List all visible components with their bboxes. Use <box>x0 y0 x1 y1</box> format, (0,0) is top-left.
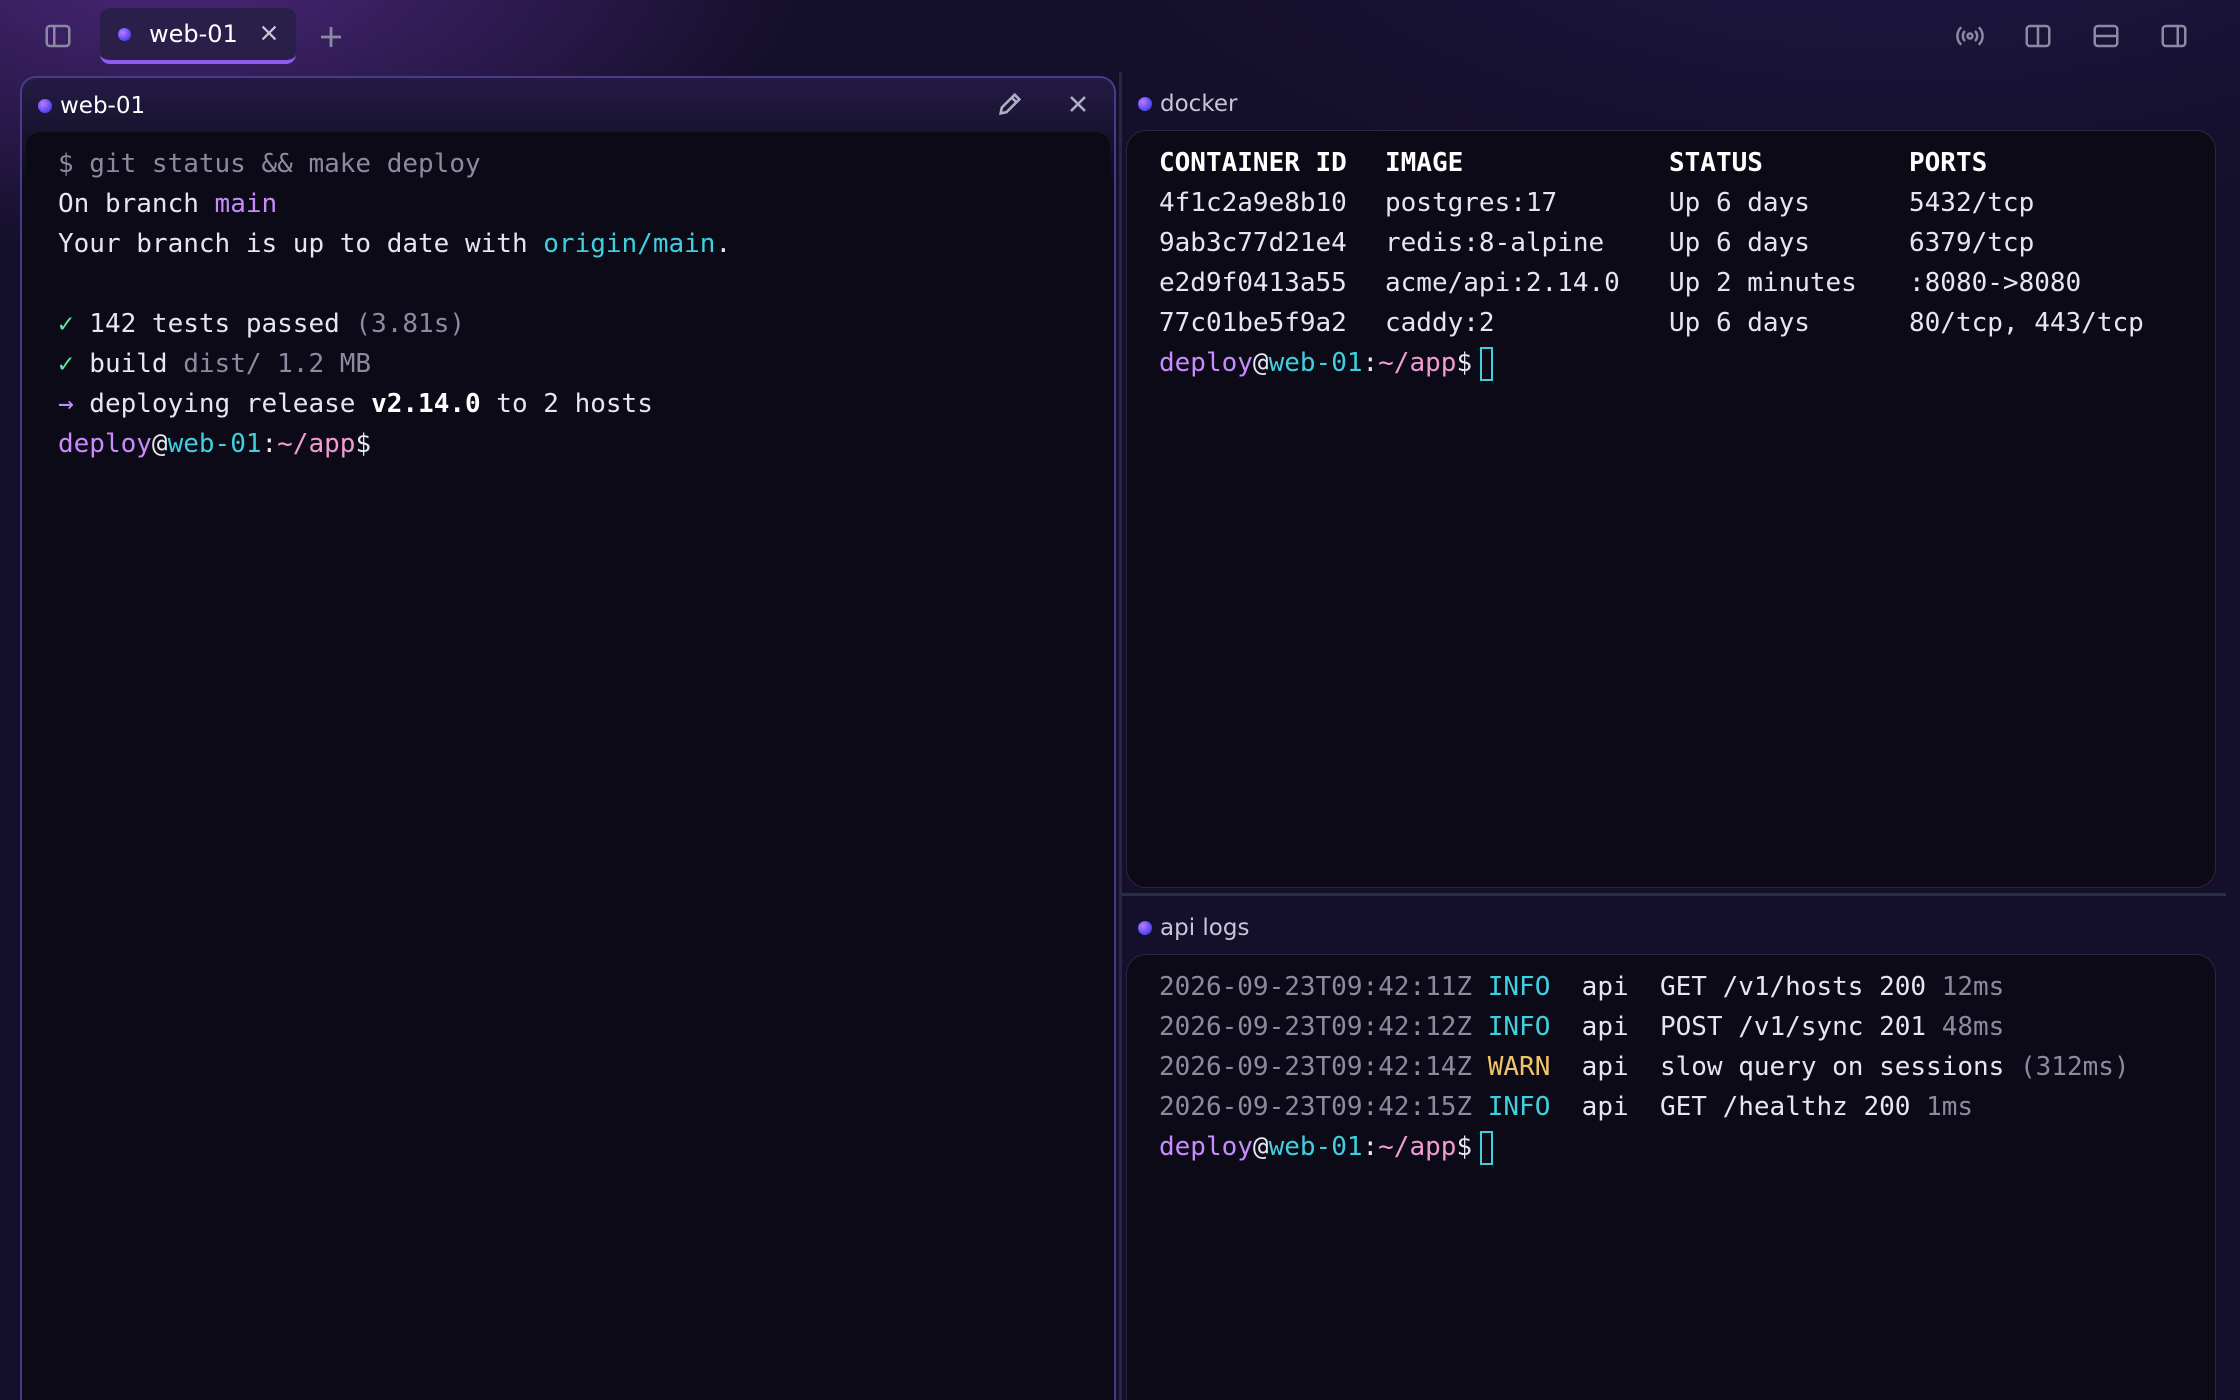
container-id: 9ab3c77d21e4 <box>1159 228 1347 258</box>
column-header: PORTS <box>1909 148 1988 178</box>
table-row: 77c01be5f9a2 caddy:2 Up 6 days 80/tcp, 4… <box>1159 303 2169 343</box>
column-header: STATUS <box>1669 148 1763 178</box>
terminal-output[interactable]: CONTAINER ID IMAGE STATUS PORTS 4f1c2a9e… <box>1126 130 2216 888</box>
new-tab-icon[interactable] <box>316 22 346 52</box>
pencil-icon[interactable] <box>996 90 1026 120</box>
broadcast-icon[interactable] <box>1950 16 1990 56</box>
session-dot-icon <box>118 27 131 41</box>
command-line: $ git status && make deploy <box>58 149 481 179</box>
close-tab-icon[interactable] <box>258 22 280 44</box>
column-header: IMAGE <box>1385 148 1464 178</box>
terminal-output[interactable]: $ git status && make deploy On branch ma… <box>26 132 1110 1400</box>
pane-title: docker <box>1160 91 1238 117</box>
output-line: Your branch is up to date with origin/ma… <box>58 229 732 259</box>
container-status: Up 6 days <box>1669 188 1810 218</box>
terminal-pane-web-01[interactable]: web-01 $ git status && make deploy On br… <box>20 76 1116 1400</box>
tab-web-01[interactable]: web-01 <box>100 8 296 64</box>
container-image: acme/api:2.14.0 <box>1385 268 1620 298</box>
output-line-blank <box>58 264 1078 304</box>
pane-title: web-01 <box>60 93 146 119</box>
session-dot-icon <box>1138 921 1152 935</box>
sidebar-toggle-icon[interactable] <box>38 16 78 56</box>
table-header-row: CONTAINER ID IMAGE STATUS PORTS <box>1159 143 2169 183</box>
terminal-cursor <box>1480 1130 1494 1165</box>
table-row: 4f1c2a9e8b10 postgres:17 Up 6 days 5432/… <box>1159 183 2169 223</box>
container-image: redis:8-alpine <box>1385 228 1605 258</box>
container-ports: :8080->8080 <box>1909 268 2082 298</box>
tab-label: web-01 <box>149 20 238 48</box>
pane-header: api logs <box>1122 900 2216 956</box>
shell-prompt: deploy@web-01:~/app$ <box>1159 1127 2183 1167</box>
terminal-cursor <box>1480 346 1494 381</box>
session-dot-icon <box>1138 97 1152 111</box>
split-vertical-icon[interactable] <box>2018 16 2058 56</box>
container-status: Up 2 minutes <box>1669 268 1857 298</box>
shell-prompt: deploy@web-01:~/app$ <box>58 429 372 459</box>
terminal-pane-api-logs[interactable]: api logs 2026-09-23T09:42:11Z INFO api G… <box>1122 900 2216 1400</box>
container-id: 77c01be5f9a2 <box>1159 308 1347 338</box>
terminal-pane-docker[interactable]: docker CONTAINER ID IMAGE STATUS PORTS 4… <box>1122 76 2216 888</box>
log-line: 2026-09-23T09:42:14Z WARN api slow query… <box>1159 1052 2130 1082</box>
pane-header: docker <box>1122 76 2216 132</box>
split-horizontal-icon[interactable] <box>2086 16 2126 56</box>
output-line: → deploying release v2.14.0 to 2 hosts <box>58 389 653 419</box>
tab-bar: web-01 <box>0 0 2240 72</box>
table-row: 9ab3c77d21e4 redis:8-alpine Up 6 days 63… <box>1159 223 2169 263</box>
session-dot-icon <box>38 99 52 113</box>
column-header: CONTAINER ID <box>1159 148 1347 178</box>
right-panel-icon[interactable] <box>2154 16 2194 56</box>
shell-prompt: deploy@web-01:~/app$ <box>1159 343 2183 383</box>
container-status: Up 6 days <box>1669 228 1810 258</box>
pane-title: api logs <box>1160 915 1250 941</box>
container-image: postgres:17 <box>1385 188 1558 218</box>
container-ports: 6379/tcp <box>1909 228 2035 258</box>
horizontal-split-divider[interactable] <box>1122 893 2226 896</box>
close-icon[interactable] <box>1064 90 1094 120</box>
docker-ps-table: CONTAINER ID IMAGE STATUS PORTS 4f1c2a9e… <box>1159 143 2169 343</box>
log-line: 2026-09-23T09:42:15Z INFO api GET /healt… <box>1159 1092 1974 1122</box>
container-ports: 80/tcp, 443/tcp <box>1909 308 2144 338</box>
terminal-output[interactable]: 2026-09-23T09:42:11Z INFO api GET /v1/ho… <box>1126 954 2216 1400</box>
log-line: 2026-09-23T09:42:11Z INFO api GET /v1/ho… <box>1159 972 2005 1002</box>
log-line: 2026-09-23T09:42:12Z INFO api POST /v1/s… <box>1159 1012 2005 1042</box>
output-line: On branch main <box>58 189 278 219</box>
container-ports: 5432/tcp <box>1909 188 2035 218</box>
output-line: ✓ build dist/ 1.2 MB <box>58 349 372 379</box>
table-row: e2d9f0413a55 acme/api:2.14.0 Up 2 minute… <box>1159 263 2169 303</box>
output-line: ✓ 142 tests passed (3.81s) <box>58 309 465 339</box>
pane-header: web-01 <box>22 78 1114 134</box>
container-id: e2d9f0413a55 <box>1159 268 1347 298</box>
container-status: Up 6 days <box>1669 308 1810 338</box>
container-image: caddy:2 <box>1385 308 1495 338</box>
container-id: 4f1c2a9e8b10 <box>1159 188 1347 218</box>
